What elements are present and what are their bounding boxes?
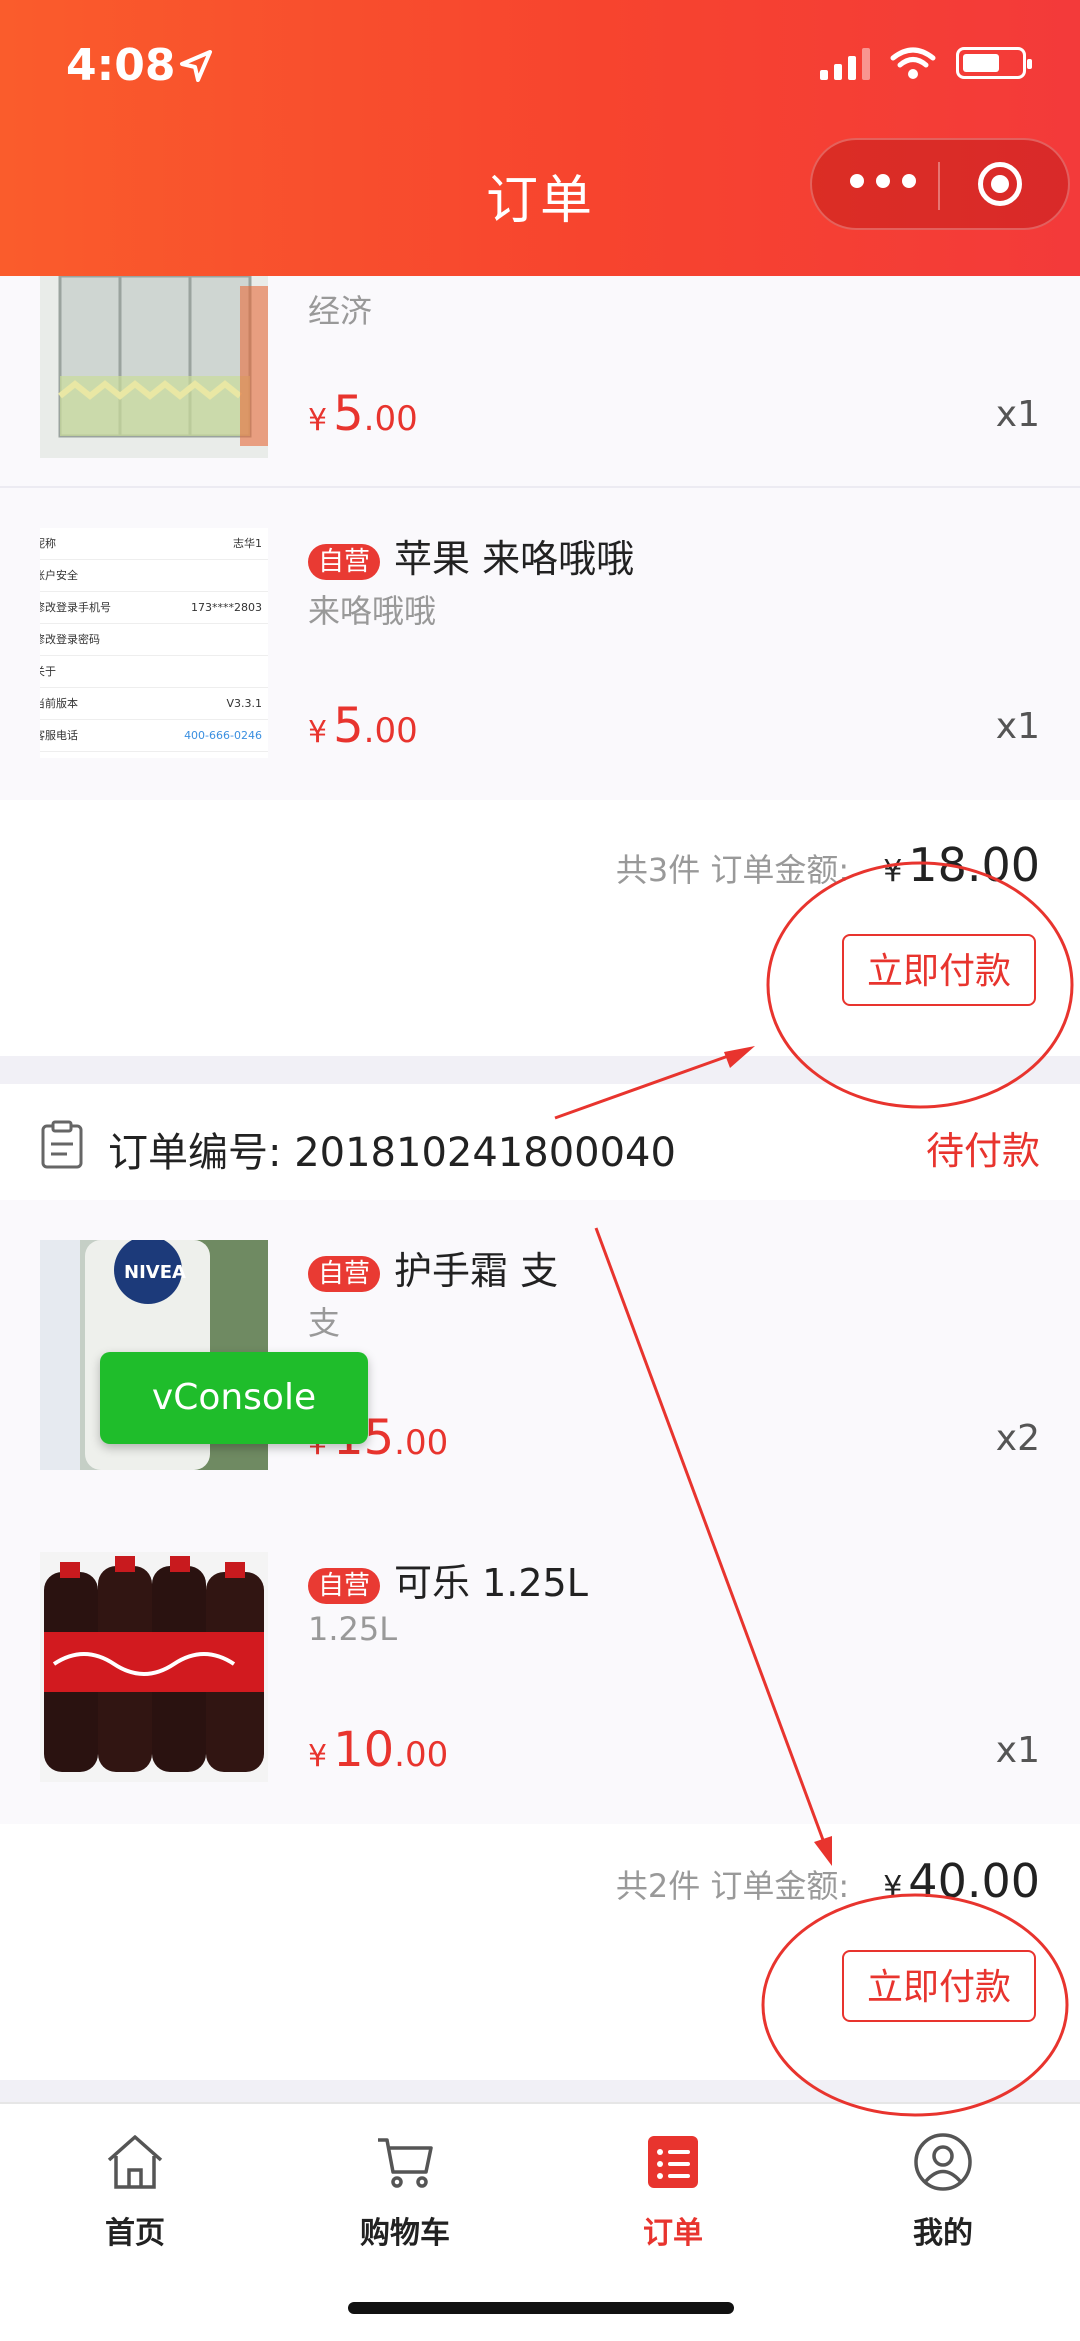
more-menu-icon[interactable] xyxy=(850,174,916,188)
product-name: 自营 护手霜 支 xyxy=(308,1240,558,1295)
tab-cart[interactable]: 购物车 xyxy=(320,2132,490,2252)
tab-profile[interactable]: 我的 xyxy=(858,2132,1028,2252)
order-item[interactable]: 昵称志华1账户安全修改登录手机号173****2803修改登录密码关于当前版本V… xyxy=(0,488,1080,802)
battery-icon xyxy=(956,47,1032,79)
thumbnail-settings-row: 客服电话400-666-0246 xyxy=(40,720,268,752)
order-list[interactable]: 经济 ¥5.00 x1 昵称志华1账户安全修改登录手机号173****2803修… xyxy=(0,276,1080,2103)
product-quantity: x2 xyxy=(995,1418,1040,1459)
product-price: ¥5.00 xyxy=(308,386,418,442)
pay-now-button[interactable]: 立即付款 xyxy=(842,1950,1036,2022)
thumbnail-settings-row: 修改登录手机号 173****2803 xyxy=(40,592,268,624)
cellular-signal-icon xyxy=(820,46,870,80)
product-spec: 1.25L xyxy=(308,1610,398,1648)
product-price: ¥10.00 xyxy=(308,1722,449,1778)
product-quantity: x1 xyxy=(995,394,1040,435)
cart-icon xyxy=(378,2138,433,2188)
vconsole-button[interactable]: vConsole xyxy=(100,1352,368,1444)
product-quantity: x1 xyxy=(995,1730,1040,1771)
thumbnail-settings-row: 账户安全 xyxy=(40,560,268,592)
close-mini-program-icon[interactable] xyxy=(978,162,1022,206)
home-indicator xyxy=(348,2302,734,2314)
product-name: 自营 可乐 1.25L xyxy=(308,1552,588,1607)
pay-now-button[interactable]: 立即付款 xyxy=(842,934,1036,1006)
product-spec: 来咯哦哦 xyxy=(308,592,437,630)
thumbnail-settings-row: 当前版本V3.3.1 xyxy=(40,688,268,720)
order-header: 订单编号: 201810241800040 待付款 xyxy=(0,1084,1080,1200)
brand-label: NIVEA xyxy=(124,1262,186,1283)
order-separator xyxy=(0,2080,1080,2103)
product-name: 自营 苹果 来咯哦哦 xyxy=(308,528,634,583)
product-spec: 经济 xyxy=(308,292,373,330)
header-bar: 4:08 订单 xyxy=(0,0,1080,276)
thumbnail-settings-row: 修改登录密码 xyxy=(40,624,268,656)
tab-home[interactable]: 首页 xyxy=(50,2132,220,2252)
order-summary: 共2件 订单金额: ¥ 40.00 立即付款 xyxy=(0,1824,1080,2080)
order-summary: 共3件 订单金额: ¥ 18.00 立即付款 xyxy=(0,800,1080,1056)
self-operated-badge: 自营 xyxy=(308,1255,381,1292)
wifi-icon xyxy=(890,47,936,79)
order-list-icon xyxy=(648,2136,698,2188)
mini-program-capsule xyxy=(810,138,1070,230)
product-image: 昵称志华1账户安全修改登录手机号173****2803修改登录密码关于当前版本V… xyxy=(40,528,268,758)
order-separator xyxy=(0,1056,1080,1084)
status-time: 4:08 xyxy=(66,40,176,91)
location-arrow-icon xyxy=(180,50,212,82)
order-status: 待付款 xyxy=(925,1129,1040,1173)
self-operated-badge: 自营 xyxy=(308,1567,381,1604)
order-item[interactable]: 自营 可乐 1.25L 1.25L ¥10.00 x1 xyxy=(0,1512,1080,1826)
order-total: 共3件 订单金额: ¥ 18.00 xyxy=(615,838,1040,892)
home-icon xyxy=(107,2135,163,2189)
self-operated-badge: 自营 xyxy=(308,543,381,580)
profile-icon xyxy=(914,2133,972,2191)
product-image xyxy=(40,1552,268,1782)
product-quantity: x1 xyxy=(995,706,1040,747)
status-icons xyxy=(820,46,1032,80)
thumbnail-settings-row: 昵称志华1 xyxy=(40,528,268,560)
order-item[interactable]: 经济 ¥5.00 x1 xyxy=(0,276,1080,488)
order-number: 订单编号: 201810241800040 xyxy=(108,1130,676,1176)
tab-orders[interactable]: 订单 xyxy=(588,2132,758,2252)
thumbnail-settings-row: 关于 xyxy=(40,656,268,688)
order-total: 共2件 订单金额: ¥ 40.00 xyxy=(615,1854,1040,1908)
product-price: ¥5.00 xyxy=(308,698,418,754)
clipboard-icon xyxy=(41,1120,83,1169)
product-spec: 支 xyxy=(308,1304,341,1342)
product-image xyxy=(40,276,268,458)
